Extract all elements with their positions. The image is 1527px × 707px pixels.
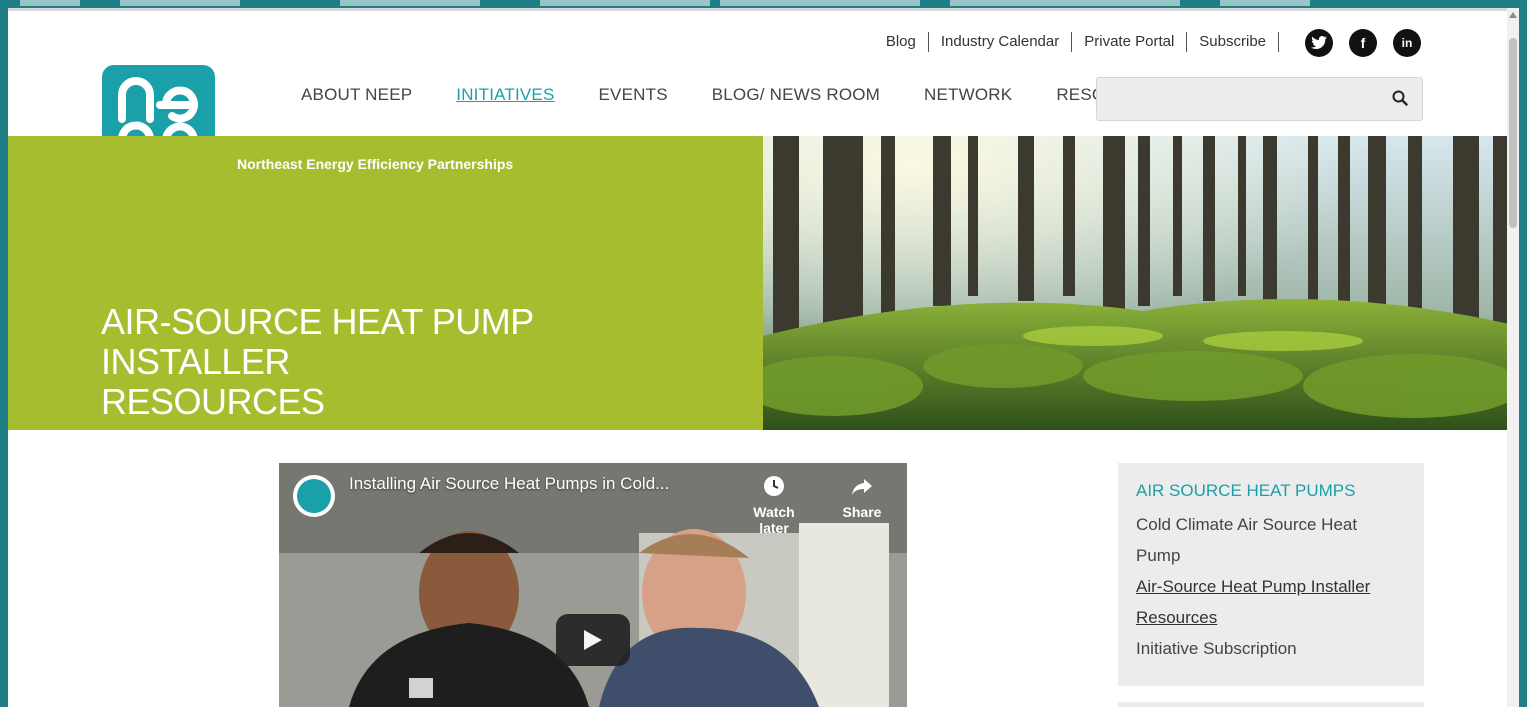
twitter-icon[interactable]: [1305, 29, 1333, 57]
utility-link-private-portal[interactable]: Private Portal: [1072, 32, 1186, 52]
watch-later-button[interactable]: Watch later: [739, 475, 809, 536]
sidebar-item-installer-resources-line1[interactable]: Air-Source Heat Pump Installer: [1136, 571, 1396, 602]
nav-events[interactable]: EVENTS: [599, 84, 668, 106]
web-page: Blog Industry Calendar Private Portal Su…: [8, 8, 1519, 707]
vertical-scrollbar[interactable]: [1507, 8, 1519, 707]
channel-avatar[interactable]: [293, 475, 335, 517]
page-title: AIR-SOURCE HEAT PUMP INSTALLER RESOURCES: [101, 302, 721, 422]
facebook-icon[interactable]: f: [1349, 29, 1377, 57]
sidebar-heading: AIR SOURCE HEAT PUMPS: [1136, 481, 1356, 500]
sidebar-item-initiative-subscription[interactable]: Initiative Subscription: [1136, 633, 1396, 664]
sidebar-list: Cold Climate Air Source Heat Pump Air-So…: [1136, 509, 1396, 664]
utility-nav: Blog Industry Calendar Private Portal Su…: [874, 32, 1279, 52]
share-label: Share: [842, 504, 882, 520]
share-icon: [852, 479, 872, 495]
watch-later-label: Watch later: [753, 504, 795, 536]
search-box: [1096, 77, 1423, 121]
utility-link-subscribe[interactable]: Subscribe: [1187, 32, 1278, 52]
sidebar-item-installer-resources-line2[interactable]: Resources: [1136, 602, 1396, 633]
top-divider: [8, 8, 1519, 11]
sidebar-nav: AIR SOURCE HEAT PUMPS Cold Climate Air S…: [1118, 463, 1424, 686]
play-button[interactable]: [556, 614, 630, 666]
search-icon[interactable]: [1392, 90, 1408, 111]
linkedin-icon[interactable]: in: [1393, 29, 1421, 57]
hero-banner: Northeast Energy Efficiency Partnerships…: [8, 136, 763, 430]
utility-link-industry-calendar[interactable]: Industry Calendar: [929, 32, 1071, 52]
search-input[interactable]: [1107, 86, 1371, 114]
nav-initiatives[interactable]: INITIATIVES: [456, 84, 554, 106]
nav-blog-news-room[interactable]: BLOG/ NEWS ROOM: [712, 84, 880, 106]
scroll-up-arrow-icon[interactable]: [1509, 12, 1517, 18]
page-title-line1: AIR-SOURCE HEAT PUMP INSTALLER: [101, 301, 534, 382]
nav-about-neep[interactable]: ABOUT NEEP: [301, 84, 412, 106]
sidebar-item-cold-climate-line1[interactable]: Cold Climate Air Source Heat: [1136, 509, 1396, 540]
utility-link-blog[interactable]: Blog: [874, 32, 928, 52]
divider: [1278, 32, 1279, 52]
sidebar-item-cold-climate-line2[interactable]: Pump: [1136, 540, 1396, 571]
clock-icon: [764, 476, 784, 496]
play-icon: [584, 630, 602, 650]
share-button[interactable]: Share: [827, 475, 897, 520]
main-nav: ABOUT NEEP INITIATIVES EVENTS BLOG/ NEWS…: [301, 84, 1166, 106]
scroll-thumb[interactable]: [1509, 38, 1517, 228]
video-player[interactable]: Installing Air Source Heat Pumps in Cold…: [279, 463, 907, 707]
logo-tagline: Northeast Energy Efficiency Partnerships: [237, 156, 514, 172]
social-links: f in: [1305, 29, 1421, 57]
hero-forest-image: [763, 136, 1518, 430]
nav-network[interactable]: NETWORK: [924, 84, 1012, 106]
video-title[interactable]: Installing Air Source Heat Pumps in Cold…: [349, 471, 669, 497]
bookmarks-bar: [0, 0, 1527, 8]
page-title-line2: RESOURCES: [101, 381, 325, 422]
sidebar-box-secondary: [1118, 702, 1424, 707]
